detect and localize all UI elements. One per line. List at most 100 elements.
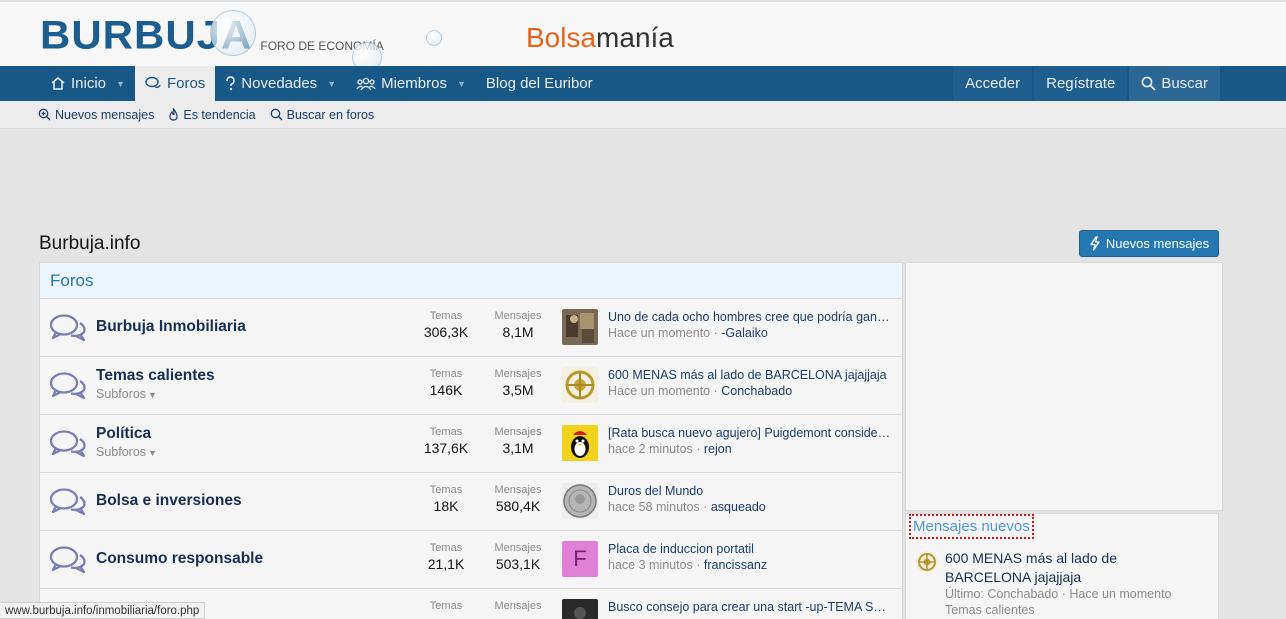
avatar[interactable] [562,483,598,519]
forum-messages-stat: Mensajes 3,5M [494,368,542,398]
forum-row: Bolsa e inversiones Temas 18K Mensajes 580,4… [40,473,902,531]
browser-status-bar: www.burbuja.info/inmobiliaria/foro.php [0,602,206,619]
bolsamania-logo[interactable]: Bolsamanía [526,24,674,52]
new-posts-widget: Mensajes nuevos 600 MENAS más al lado de… [905,513,1219,619]
forum-messages-stat: Mensajes 8,1M [494,310,542,340]
chevron-down-icon: ▼ [148,390,157,400]
last-post-link[interactable]: Uno de cada ocho hombres cree que podría… [608,310,892,324]
last-post-meta: hace 58 minutos · asqueado [608,500,766,514]
avatar[interactable] [562,599,598,619]
forum-title-link[interactable]: Burbuja Inmobiliaria [96,318,246,336]
forum-icon[interactable] [49,313,87,343]
new-posts-widget-title[interactable]: Mensajes nuevos [909,514,1034,539]
avatar[interactable] [562,367,598,403]
login-button[interactable]: Acceder [953,66,1033,101]
users-icon [356,77,376,90]
chevron-down-icon[interactable]: ▼ [116,79,125,89]
forum-title-link[interactable]: Bolsa e inversiones [96,492,242,510]
new-post-meta: Último: Conchabado · Hace un momento [945,587,1172,601]
chevron-down-icon: ▼ [148,448,157,458]
forum-messages-stat: Mensajes [494,600,542,612]
forum-threads-stat: Temas 21,1K [427,542,465,572]
last-post-link[interactable]: Busco consejo para crear una start -up-T… [608,600,892,614]
subnav-search-forums[interactable]: Buscar en foros [270,107,375,122]
subnav-trending[interactable]: Es tendencia [168,107,256,122]
last-post-link[interactable]: Placa de induccion portatil [608,542,892,556]
forum-icon[interactable] [49,371,87,401]
last-post-meta: Hace un momento · -Galaiko [608,326,768,340]
site-header: BURBUJA FORO DE ECONOMÍA Bolsamanía [0,0,1286,72]
chevron-down-icon[interactable]: ▼ [327,79,336,89]
last-post-link[interactable]: [Rata busca nuevo agujero] Puigdemont co… [608,426,892,440]
search-icon [270,108,283,121]
forum-icon[interactable] [49,545,87,575]
nav-item-foros[interactable]: Foros [134,66,216,101]
last-post-user[interactable]: rejon [704,442,732,456]
search-button-label: Buscar [1161,75,1208,92]
forum-threads-stat: Temas 146K [429,368,463,398]
nav-item-inicio[interactable]: Inicio ▼ [40,66,135,101]
forum-icon[interactable] [49,487,87,517]
last-post-user[interactable]: -Galaiko [721,326,768,340]
forum-threads-stat: Temas 18K [429,484,463,514]
home-icon [51,77,65,90]
last-post-meta: hace 3 minutos · francissanz [608,558,768,572]
avatar[interactable] [562,309,598,345]
new-post-link[interactable]: 600 MENAS más al lado de BARCELONA jajaj… [945,549,1195,587]
forum-messages-stat: Mensajes 3,1M [494,426,542,456]
subforums-toggle[interactable]: Subforos ▼ [96,445,157,459]
forum-messages-stat: Mensajes 580,4K [494,484,542,514]
nav-label-novedades: Novedades [241,75,318,92]
nav-label-miembros: Miembros [381,75,447,92]
sub-nav: Nuevos mensajes Es tendencia Buscar en f… [0,101,1286,129]
question-bulb-icon [226,76,236,91]
search-icon [1141,76,1156,91]
nav-label-foros: Foros [166,75,206,92]
last-post-user[interactable]: francissanz [704,558,767,572]
forum-row: Burbuja Inmobiliaria Temas 306,3K Mensajes 8… [40,299,902,357]
new-post-forum[interactable]: Temas calientes [945,603,1035,617]
avatar[interactable] [916,551,938,573]
subnav-label: Es tendencia [183,107,256,122]
new-posts-button-label: Nuevos mensajes [1105,236,1210,251]
last-post-user[interactable]: asqueado [711,500,766,514]
search-button[interactable]: Buscar [1129,66,1220,101]
subforums-toggle[interactable]: Subforos ▼ [96,387,157,401]
nav-item-novedades[interactable]: Novedades ▼ [215,66,346,101]
new-posts-button[interactable]: Nuevos mensajes [1079,230,1219,257]
last-post-meta: hace 2 minutos · rejon [608,442,732,456]
last-post-meta: Hace un momento · Conchabado [608,384,793,398]
forums-header[interactable]: Foros [40,263,902,299]
forum-messages-stat: Mensajes 503,1K [494,542,542,572]
last-post-user[interactable]: Conchabado [721,384,792,398]
flame-icon [169,108,178,121]
avatar[interactable] [562,425,598,461]
forum-row: Consumo responsable Temas 21,1K Mensajes 503… [40,531,902,589]
decorative-bubble [210,10,256,56]
last-post-link[interactable]: Duros del Mundo [608,484,892,498]
forum-threads-stat: Temas 137,6K [423,426,469,456]
forum-title-link[interactable]: Consumo responsable [96,550,263,568]
subnav-new-posts[interactable]: Nuevos mensajes [38,108,154,122]
forum-title-link[interactable]: Política [96,425,151,443]
nav-item-miembros[interactable]: Miembros ▼ [346,66,476,101]
avatar[interactable]: F [562,541,598,577]
ad-placeholder [905,262,1223,511]
main-nav: Inicio ▼ Foros Novedades ▼ Miembros ▼ Bl… [0,66,1286,101]
forum-icon[interactable] [49,429,87,459]
nav-item-blog-euribor[interactable]: Blog del Euribor [476,66,603,101]
forum-row: Política Subforos ▼ Temas 137,6K Mensajes 3,1M… [40,415,902,473]
forum-title-link[interactable]: Temas calientes [96,367,215,385]
zoom-icon [38,108,51,121]
register-button[interactable]: Regístrate [1034,66,1128,101]
forum-threads-stat: Temas 306,3K [423,310,469,340]
forum-threads-stat: Temas [429,600,463,612]
forums-block: Foros Burbuja Inmobiliaria Temas 306,3K Men… [39,262,903,619]
page-title: Burbuja.info [39,233,141,254]
last-post-link[interactable]: 600 MENAS más al lado de BARCELONA jajaj… [608,368,892,382]
nav-account-area: Acceder Regístrate Buscar [951,66,1220,101]
comments-icon [145,76,161,88]
forum-list: Burbuja Inmobiliaria Temas 306,3K Mensajes 8… [40,299,902,619]
subnav-label: Buscar en foros [286,107,375,122]
chevron-down-icon[interactable]: ▼ [457,79,466,89]
